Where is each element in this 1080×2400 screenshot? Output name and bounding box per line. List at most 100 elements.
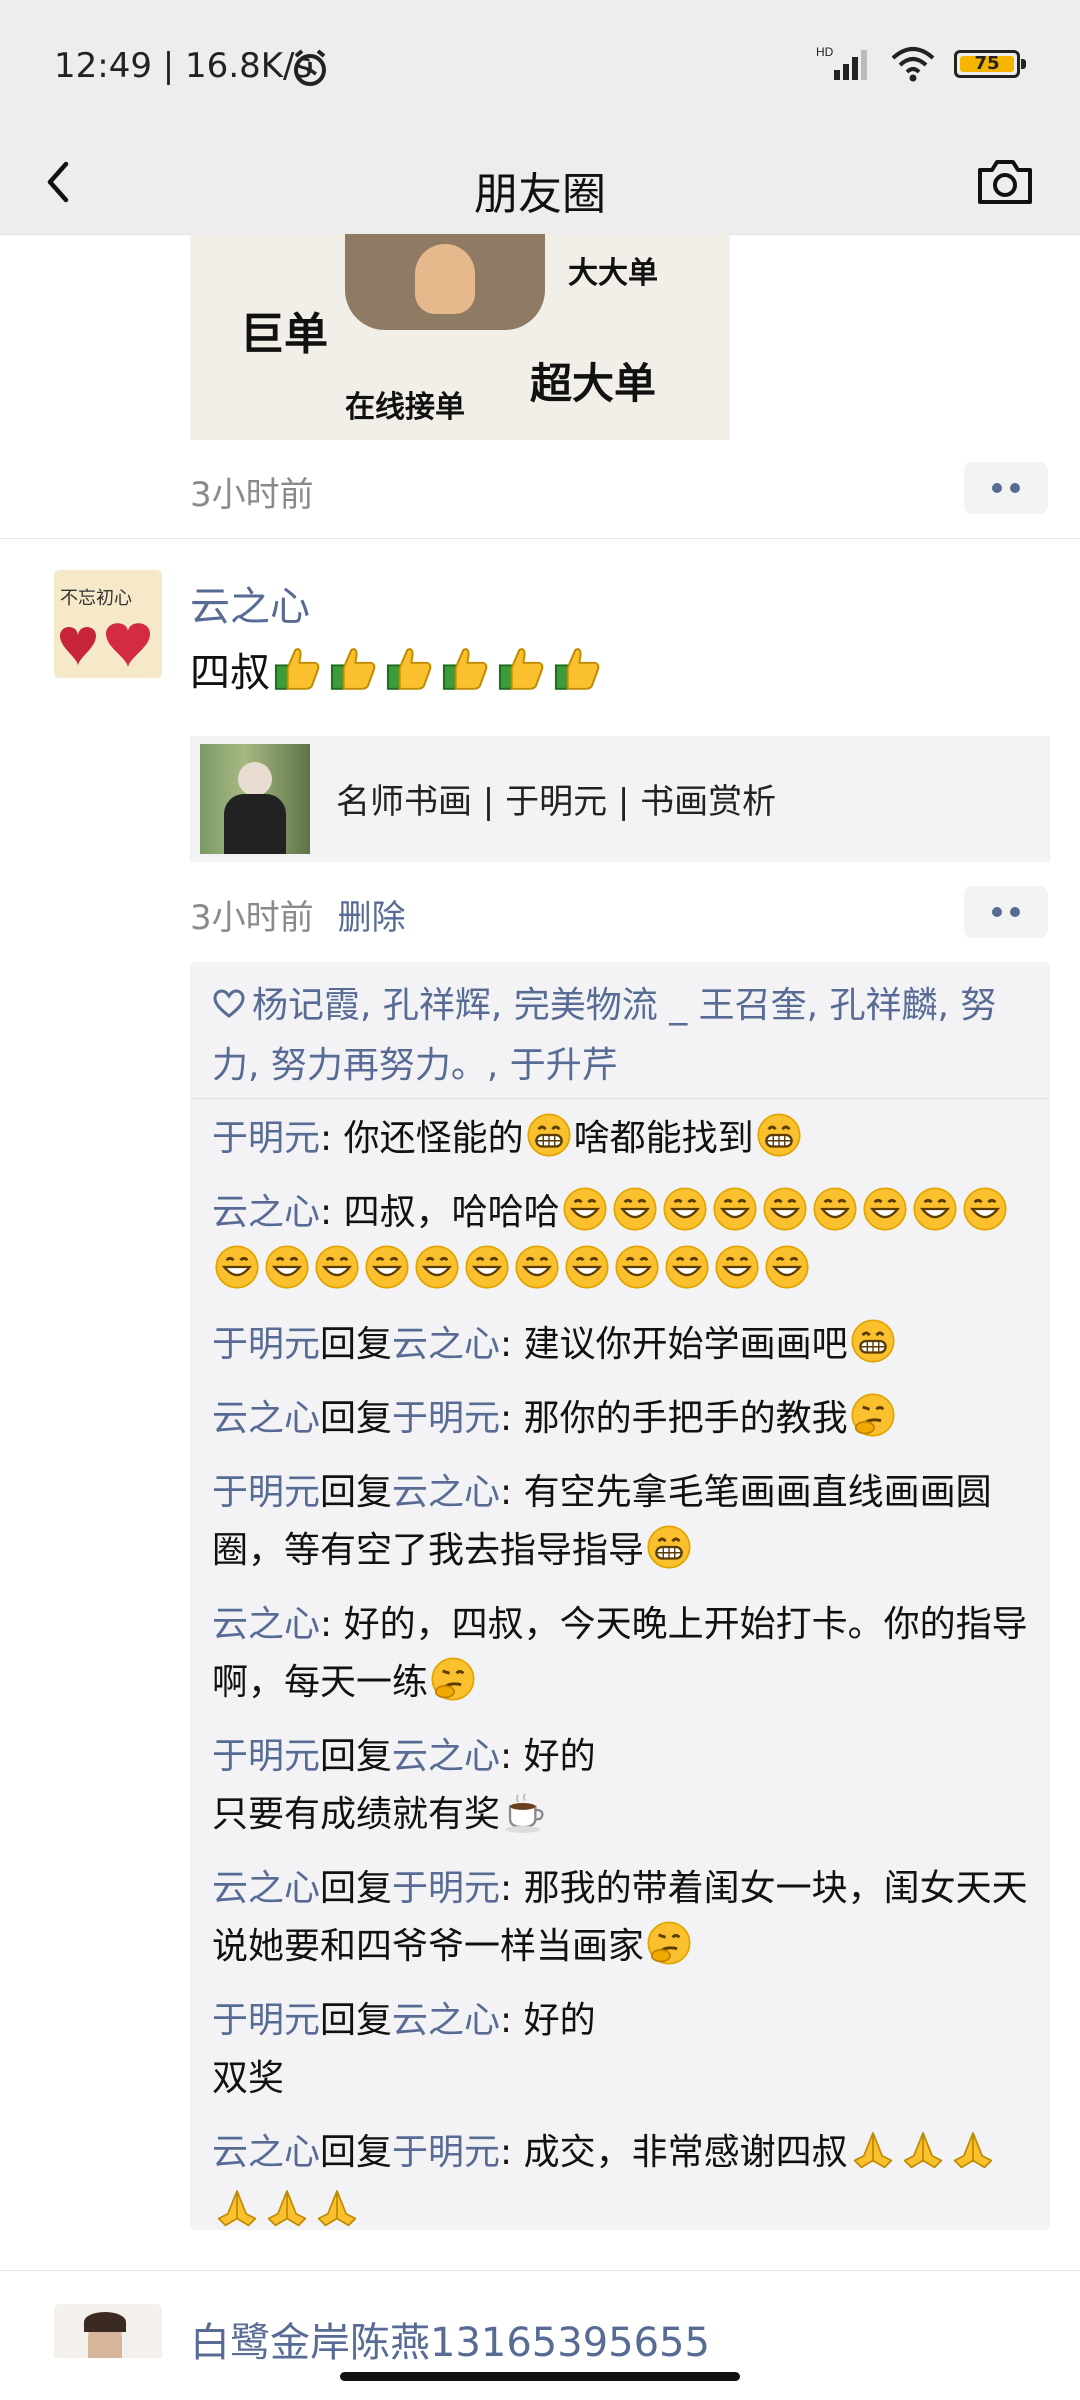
- comment-item[interactable]: 云之心回复于明元: 那我的带着闺女一块，闺女天天说她要和四爷爷一样当画家: [212, 1860, 1042, 1976]
- reply-word: 回复: [320, 1868, 393, 1909]
- grin-emoji-icon: [850, 1318, 896, 1364]
- heart-icon: [213, 989, 245, 1018]
- image-text: 超大单: [530, 359, 657, 408]
- comment-item[interactable]: 云之心回复于明元: 那你的手把手的教我: [212, 1390, 1042, 1448]
- comment-author[interactable]: 于明元: [212, 1118, 320, 1159]
- comment-item[interactable]: 于明元回复云之心: 有空先拿毛笔画画直线画画圆圈，等有空了我去指导指导: [212, 1464, 1042, 1580]
- smile-emoji-icon: [264, 1244, 310, 1290]
- likes-row: 杨记霞, 孔祥辉, 完美物流 _ 王召奎, 孔祥麟, 努力, 努力再努力。, 于…: [212, 976, 1032, 1096]
- smile-emoji-icon: [862, 1186, 908, 1232]
- smile-emoji-icon: [364, 1244, 410, 1290]
- image-text: 大大单: [568, 256, 658, 291]
- comment-author[interactable]: 于明元: [212, 1472, 320, 1513]
- pray-emoji-icon: [214, 2184, 260, 2230]
- pray-emoji-icon: [264, 2184, 310, 2230]
- nav-bar: 朋友圈: [0, 130, 1080, 235]
- comment-author[interactable]: 于明元: [212, 1736, 320, 1777]
- reply-word: 回复: [320, 1324, 393, 1365]
- link-card[interactable]: 名师书画 | 于明元 | 书画赏析: [190, 736, 1050, 862]
- delete-button[interactable]: 删除: [338, 898, 406, 938]
- think-emoji-icon: [646, 1920, 692, 1966]
- comment-author[interactable]: 云之心: [212, 1604, 320, 1645]
- more-actions-button[interactable]: [964, 886, 1048, 938]
- thumb-emoji-icon: [496, 642, 548, 694]
- comment-item[interactable]: 云之心回复于明元: 成交，非常感谢四叔: [212, 2124, 1042, 2240]
- reply-word: 回复: [320, 1472, 393, 1513]
- reply-word: 回复: [320, 2132, 393, 2173]
- smile-emoji-icon: [712, 1186, 758, 1232]
- grin-emoji-icon: [526, 1112, 572, 1158]
- wifi-icon: [891, 47, 935, 82]
- reply-word: 回复: [320, 1736, 393, 1777]
- comment-item[interactable]: 于明元回复云之心: 建议你开始学画画吧: [212, 1316, 1042, 1374]
- comment-reply-target[interactable]: 云之心: [392, 1736, 500, 1777]
- comment-item[interactable]: 于明元回复云之心: 好的 只要有成绩就有奖: [212, 1728, 1042, 1844]
- smile-emoji-icon: [762, 1186, 808, 1232]
- link-thumbnail: [200, 744, 310, 854]
- comment-author[interactable]: 于明元: [212, 2000, 320, 2041]
- pray-emoji-icon: [900, 2126, 946, 2172]
- post-image[interactable]: 大大单 巨单 超大单 在线接单: [190, 234, 730, 440]
- reply-word: 回复: [320, 2000, 393, 2041]
- smile-emoji-icon: [714, 1244, 760, 1290]
- thumb-emoji-icon: [328, 642, 380, 694]
- comment-text: 啥都能找到: [573, 1118, 754, 1159]
- grin-emoji-icon: [756, 1112, 802, 1158]
- post-author[interactable]: 云之心: [190, 574, 310, 632]
- comment-item[interactable]: 于明元: 你还怪能的 啥都能找到: [212, 1110, 1042, 1168]
- thumb-emoji-icon: [552, 642, 604, 694]
- battery-level: 75: [974, 53, 1000, 74]
- post-time-row: 3小时前 删除: [190, 890, 406, 939]
- hearts-image: [60, 623, 150, 668]
- post-time: 3小时前: [190, 898, 314, 938]
- comment-author[interactable]: 云之心: [212, 1192, 320, 1233]
- comment-reply-target[interactable]: 于明元: [392, 2132, 500, 2173]
- think-emoji-icon: [430, 1656, 476, 1702]
- comment-author[interactable]: 于明元: [212, 1324, 320, 1365]
- svg-text:HD: HD: [816, 45, 834, 59]
- signal-icon: HD: [816, 45, 867, 80]
- smile-emoji-icon: [962, 1186, 1008, 1232]
- camera-icon[interactable]: [974, 152, 1036, 212]
- comment-reply-target[interactable]: 于明元: [392, 1868, 500, 1909]
- image-text: 巨单: [240, 309, 328, 360]
- comment-author[interactable]: 云之心: [212, 1868, 320, 1909]
- coffee-emoji-icon: [502, 1788, 548, 1834]
- thumb-emoji-icon: [440, 642, 492, 694]
- think-emoji-icon: [850, 1392, 896, 1438]
- comment-author[interactable]: 云之心: [212, 2132, 320, 2173]
- smile-emoji-icon: [662, 1186, 708, 1232]
- image-text: 在线接单: [345, 390, 465, 425]
- divider: [0, 2270, 1080, 2271]
- battery-icon: 75: [954, 50, 1026, 78]
- status-bar: 12:49 | 16.8K/s HD 75: [0, 0, 1080, 130]
- comment-text: : 建议你开始学画画吧: [500, 1324, 848, 1365]
- post-author[interactable]: 白鹭金岸陈燕13165395655: [190, 2310, 710, 2368]
- smile-emoji-icon: [464, 1244, 510, 1290]
- more-actions-button[interactable]: [964, 462, 1048, 514]
- comment-author[interactable]: 云之心: [212, 1398, 320, 1439]
- status-time: 12:49 | 16.8K/s: [54, 46, 313, 86]
- comment-text: : 成交，非常感谢四叔: [500, 2132, 848, 2173]
- comment-item[interactable]: 云之心: 好的，四叔，今天晚上开始打卡。你的指导啊，每天一练: [212, 1596, 1042, 1712]
- smile-emoji-icon: [514, 1244, 560, 1290]
- post-time: 3小时前: [190, 475, 314, 515]
- likes-names[interactable]: 杨记霞, 孔祥辉, 完美物流 _ 王召奎, 孔祥麟, 努力, 努力再努力。, 于…: [212, 985, 996, 1086]
- smile-emoji-icon: [812, 1186, 858, 1232]
- comment-reply-target[interactable]: 云之心: [392, 2000, 500, 2041]
- avatar[interactable]: 不忘初心: [54, 570, 162, 678]
- comment-item[interactable]: 云之心: 四叔，哈哈哈: [212, 1184, 1042, 1300]
- smile-emoji-icon: [562, 1186, 608, 1232]
- comment-reply-target[interactable]: 云之心: [392, 1324, 500, 1365]
- home-indicator[interactable]: [340, 2372, 740, 2381]
- comment-list: 于明元: 你还怪能的 啥都能找到 云之心: 四叔，哈哈哈 于明元回复云之心: 建议你开…: [212, 1110, 1042, 2256]
- avatar[interactable]: [54, 2304, 162, 2358]
- comment-reply-target[interactable]: 于明元: [392, 1398, 500, 1439]
- post-text: 四叔: [190, 640, 606, 698]
- comment-item[interactable]: 于明元回复云之心: 好的 双奖: [212, 1992, 1042, 2108]
- comment-reply-target[interactable]: 云之心: [392, 1472, 500, 1513]
- smile-emoji-icon: [764, 1244, 810, 1290]
- link-title: 名师书画 | 于明元 | 书画赏析: [336, 782, 777, 822]
- smile-emoji-icon: [414, 1244, 460, 1290]
- comment-text: : 你还怪能的: [320, 1118, 524, 1159]
